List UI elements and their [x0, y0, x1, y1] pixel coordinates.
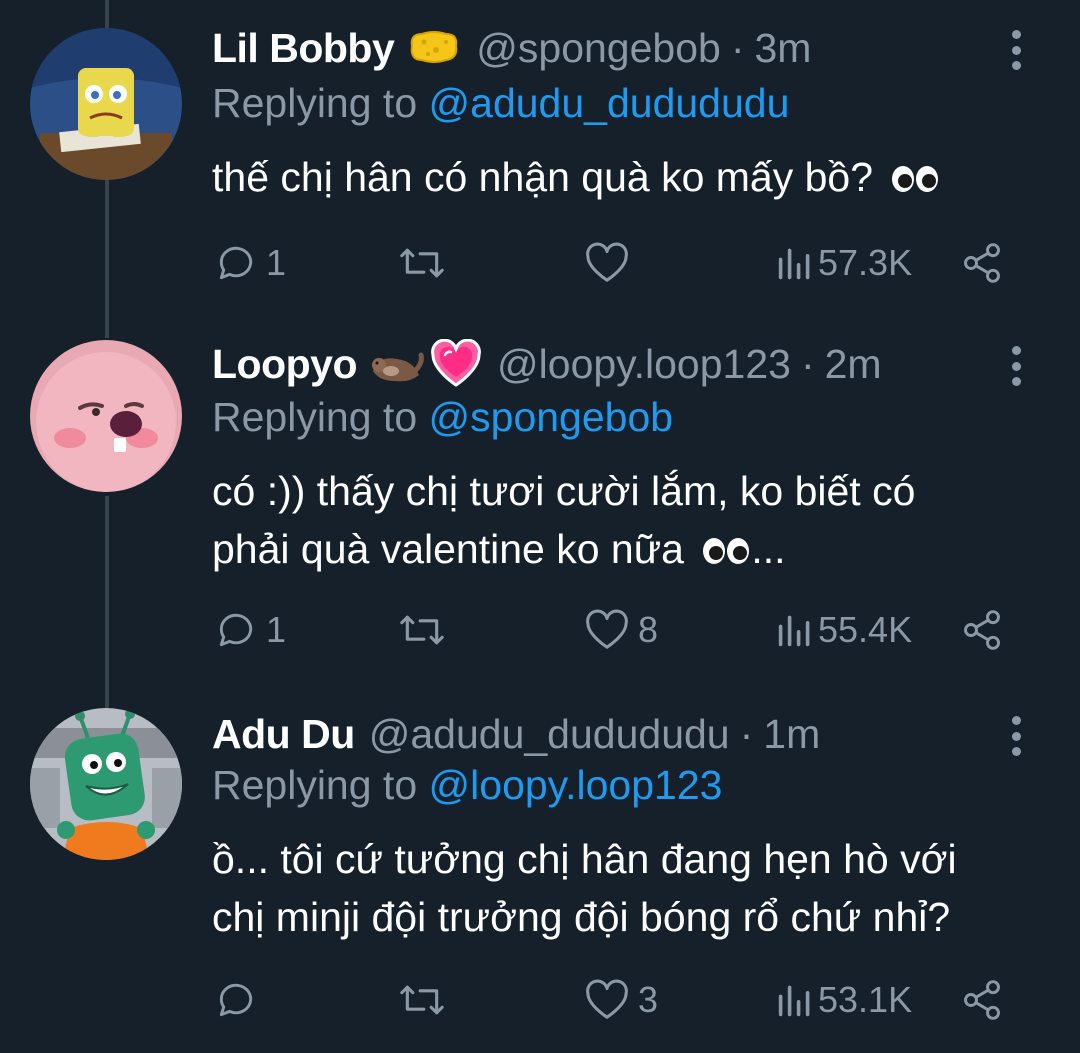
- share-nodes-icon: [964, 610, 1000, 650]
- like-button[interactable]: 8: [584, 605, 658, 655]
- display-name[interactable]: Adu Du: [212, 711, 355, 758]
- separator-dot: ·: [739, 710, 754, 757]
- tweet-text-line: thế chị hân có nhận quà ko mấy bồ?: [212, 154, 874, 200]
- reply-button[interactable]: 1: [214, 238, 286, 288]
- user-handle[interactable]: @spongebob: [476, 25, 721, 72]
- display-name[interactable]: Loopyo: [212, 341, 358, 388]
- separator-dot: ·: [730, 24, 745, 71]
- retweet-arrows-icon: [400, 615, 444, 645]
- share-nodes-icon: [964, 243, 1000, 283]
- reply-count: 1: [266, 609, 287, 650]
- speech-bubble-icon: [219, 983, 253, 1017]
- display-name[interactable]: Lil Bobby: [212, 25, 395, 72]
- share-button[interactable]: [960, 975, 1004, 1025]
- speech-bubble-icon: [219, 613, 253, 647]
- avatar[interactable]: [30, 340, 182, 492]
- replying-prefix: Replying to: [212, 762, 418, 808]
- user-handle[interactable]: @loopy.loop123: [497, 341, 791, 388]
- timestamp[interactable]: 3m: [754, 25, 811, 72]
- reply-button[interactable]: [214, 975, 266, 1025]
- heart-icon: [586, 609, 628, 649]
- like-count: 8: [638, 609, 659, 650]
- speech-bubble-icon: [219, 246, 253, 280]
- tweet-header: Adu Du @adudu_dudududu · 1m: [212, 704, 820, 764]
- heart-icon: [586, 979, 628, 1019]
- retweet-button[interactable]: [398, 605, 446, 655]
- bar-chart-icon: [778, 985, 810, 1017]
- bar-chart-icon: [778, 615, 810, 647]
- reply-thread: Lil Bobby @spongebob · 3m Replying to @a…: [0, 0, 1080, 1053]
- separator-dot: ·: [800, 340, 815, 387]
- timestamp[interactable]: 2m: [825, 341, 882, 388]
- like-button[interactable]: [584, 238, 630, 288]
- tweet-actions: 1 8 55.4K: [0, 605, 1080, 655]
- tweet-header: Loopyo @loopy.loop123 · 2m: [212, 334, 882, 394]
- user-handle[interactable]: @adudu_dudududu: [369, 711, 730, 758]
- views-button[interactable]: 53.1K: [776, 975, 912, 1025]
- tweet-text-line: có :)) thấy chị tươi cười lắm, ko biết c…: [212, 468, 916, 514]
- tweet-text: có :)) thấy chị tươi cười lắm, ko biết c…: [212, 462, 1052, 581]
- reply-count: 1: [266, 242, 287, 283]
- like-button[interactable]: 3: [584, 975, 658, 1025]
- eyes-emoji-icon: [890, 151, 940, 209]
- replying-to: Replying to @spongebob: [212, 394, 673, 441]
- retweet-button[interactable]: [398, 975, 446, 1025]
- views-button[interactable]: 57.3K: [776, 238, 912, 288]
- more-options-icon[interactable]: [1003, 716, 1029, 756]
- tweet-text-line: ồ... tôi cứ tưởng chị hân đang hẹn hò vớ…: [212, 836, 957, 882]
- retweet-arrows-icon: [400, 985, 444, 1015]
- tweet-text-suffix: ...: [751, 526, 786, 572]
- replying-mention-link[interactable]: @loopy.loop123: [429, 762, 723, 808]
- thread-line: [105, 496, 109, 708]
- share-button[interactable]: [960, 238, 1004, 288]
- eyes-emoji-icon: [701, 523, 751, 581]
- views-button[interactable]: 55.4K: [776, 605, 912, 655]
- more-options-icon[interactable]: [1003, 30, 1029, 70]
- tweet-actions: 3 53.1K: [0, 975, 1080, 1025]
- tweet-actions: 1 57.3K: [0, 238, 1080, 288]
- otter-icon: [369, 341, 425, 387]
- sparkling-heart-icon: [429, 339, 483, 389]
- view-count: 55.4K: [818, 609, 913, 650]
- view-count: 53.1K: [818, 979, 913, 1020]
- tweet-header: Lil Bobby @spongebob · 3m: [212, 18, 811, 78]
- replying-to: Replying to @loopy.loop123: [212, 762, 722, 809]
- bar-chart-icon: [778, 248, 810, 280]
- heart-icon: [586, 242, 628, 282]
- sponge-icon: [406, 28, 462, 68]
- avatar[interactable]: [30, 708, 182, 860]
- view-count: 57.3K: [818, 242, 913, 283]
- replying-prefix: Replying to: [212, 80, 418, 126]
- reply-button[interactable]: 1: [214, 605, 286, 655]
- replying-mention-link[interactable]: @adudu_dudududu: [429, 80, 790, 126]
- replying-mention-link[interactable]: @spongebob: [429, 394, 674, 440]
- retweet-button[interactable]: [398, 238, 446, 288]
- tweet-text: ồ... tôi cứ tưởng chị hân đang hẹn hò vớ…: [212, 830, 1052, 946]
- retweet-arrows-icon: [400, 248, 444, 278]
- thread-line: [105, 0, 109, 28]
- replying-to: Replying to @adudu_dudududu: [212, 80, 789, 127]
- tweet-text: thế chị hân có nhận quà ko mấy bồ?: [212, 148, 1052, 209]
- timestamp[interactable]: 1m: [763, 711, 820, 758]
- tweet-text-line: chị minji đội trưởng đội bóng rổ chứ nhỉ…: [212, 894, 951, 940]
- more-options-icon[interactable]: [1003, 346, 1029, 386]
- tweet-text-line: phải quà valentine ko nữa: [212, 526, 684, 572]
- share-nodes-icon: [964, 980, 1000, 1020]
- like-count: 3: [638, 979, 659, 1020]
- replying-prefix: Replying to: [212, 394, 418, 440]
- avatar[interactable]: [30, 28, 182, 180]
- share-button[interactable]: [960, 605, 1004, 655]
